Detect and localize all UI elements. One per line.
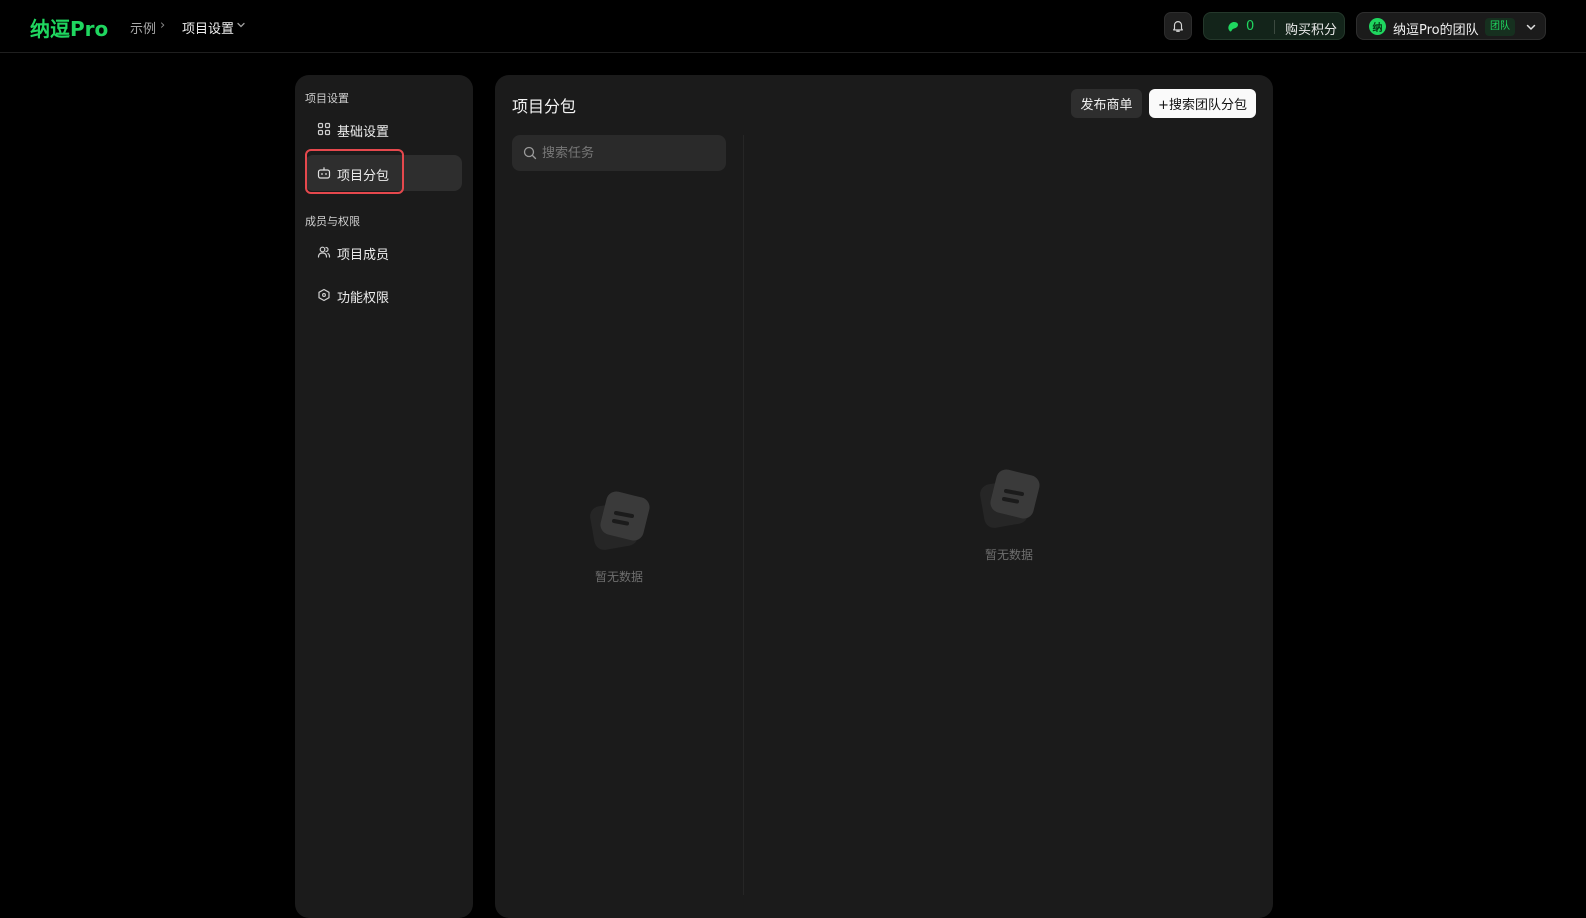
points-count: 0 xyxy=(1246,19,1255,34)
robot-icon xyxy=(317,167,331,179)
bell-icon xyxy=(1173,21,1183,32)
search-input[interactable] xyxy=(542,135,718,171)
sidebar-item-label: 项目成员 xyxy=(337,248,390,263)
empty-doc-icon xyxy=(590,491,650,550)
publish-order-button[interactable]: 发布商单 xyxy=(1071,89,1142,118)
bean-icon xyxy=(1228,22,1238,32)
breadcrumb-chevron-down-icon[interactable] xyxy=(236,19,246,34)
points-widget[interactable]: 0 购买积分 xyxy=(1203,12,1345,40)
sidebar-section-title: 成员与权限 xyxy=(305,215,360,228)
hexagon-icon xyxy=(318,288,330,302)
breadcrumb-separator-icon: › xyxy=(160,18,166,33)
empty-state-label: 暂无数据 xyxy=(984,548,1033,562)
empty-state-label: 暂无数据 xyxy=(594,570,643,584)
breadcrumb-current[interactable]: 项目设置 xyxy=(182,18,234,37)
team-badge: 团队 xyxy=(1485,18,1515,36)
team-avatar: 纳 xyxy=(1369,18,1386,35)
search-team-subpackage-button[interactable]: +搜索团队分包 xyxy=(1149,89,1256,118)
page-title: 项目分包 xyxy=(512,97,577,116)
empty-doc-icon xyxy=(980,469,1040,528)
buy-points-button[interactable]: 购买积分 xyxy=(1285,19,1337,38)
chevron-down-icon xyxy=(1526,24,1536,31)
main-panel: 项目分包 发布商单 +搜索团队分包 暂无数据 暂无数据 xyxy=(495,75,1273,918)
sidebar-item-label: 功能权限 xyxy=(337,291,390,306)
users-icon xyxy=(317,246,331,258)
notification-button[interactable] xyxy=(1164,12,1192,40)
sidebar-item-label: 项目分包 xyxy=(337,169,390,184)
app-logo[interactable]: 纳逗Pro xyxy=(30,13,108,42)
search-icon xyxy=(523,146,537,160)
task-search[interactable] xyxy=(512,135,726,171)
team-name: 纳逗Pro的团队 xyxy=(1393,23,1479,38)
settings-sidebar: 项目设置 基础设置 项目分包 成员与权限 项目成员 功能权限 xyxy=(295,75,473,918)
sidebar-item-basic-settings[interactable]: 基础设置 xyxy=(305,111,462,147)
sidebar-item-project-members[interactable]: 项目成员 xyxy=(305,234,462,270)
team-switcher[interactable]: 纳 纳逗Pro的团队 团队 xyxy=(1356,12,1546,40)
top-bar: 纳逗Pro 示例 › 项目设置 0 购买积分 纳 纳逗Pro的团队 团队 xyxy=(0,0,1586,53)
task-list-empty-state: 暂无数据 xyxy=(587,490,651,585)
points-divider xyxy=(1274,20,1275,34)
detail-empty-state: 暂无数据 xyxy=(977,468,1041,563)
column-divider xyxy=(743,135,744,895)
sidebar-item-feature-permissions[interactable]: 功能权限 xyxy=(305,277,462,313)
grid-icon xyxy=(317,122,331,136)
sidebar-item-label: 基础设置 xyxy=(337,125,390,140)
sidebar-item-project-subpackage[interactable]: 项目分包 xyxy=(305,155,462,191)
breadcrumb-root[interactable]: 示例 xyxy=(130,18,156,37)
sidebar-section-title: 项目设置 xyxy=(305,92,349,105)
